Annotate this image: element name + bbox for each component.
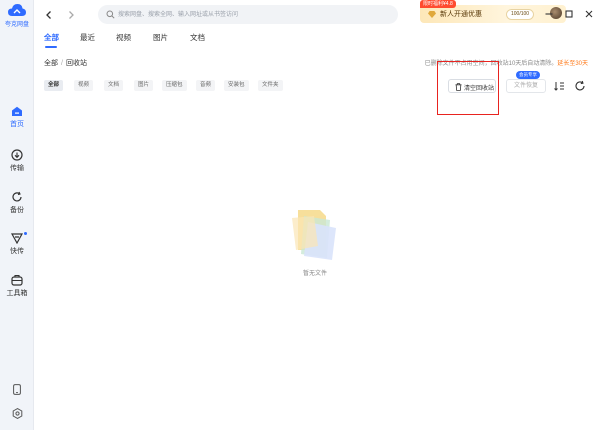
phone-button[interactable]	[0, 384, 34, 395]
empty-state: 暂无文件	[290, 206, 350, 277]
sidebar-item-toolbox[interactable]: 工具箱	[0, 274, 34, 298]
chevron-left-icon	[46, 11, 51, 19]
file-restore-button[interactable]: 文件恢复	[506, 79, 546, 93]
filter-all[interactable]: 全部	[44, 80, 64, 91]
retention-notice: 已删除文件不占用空间，回收站10天后自动清除。延长至30天	[425, 58, 588, 67]
sidebar-item-label: 传输	[10, 165, 24, 172]
search-bar[interactable]	[98, 5, 398, 24]
forward-button[interactable]	[64, 8, 78, 22]
transfer-icon	[11, 149, 23, 161]
promo-tag: 限时福利¥4.8	[420, 0, 456, 8]
tab-recent[interactable]: 最近	[80, 32, 95, 43]
sidebar: 夸克网盘 首页 传输 备份 快传 工具箱	[0, 0, 34, 430]
filter-document[interactable]: 文档	[104, 80, 124, 91]
tab-image[interactable]: 图片	[153, 32, 168, 43]
quick-send-icon	[11, 233, 23, 244]
sort-button[interactable]	[553, 80, 565, 92]
app-logo: 夸克网盘	[3, 2, 31, 28]
notice-text: 已删除文件不占用空间，回收站10天后自动清除。	[424, 61, 558, 67]
diamond-icon	[428, 11, 436, 18]
tab-label: 文档	[190, 33, 205, 42]
vip-badge: 会员专享	[516, 71, 540, 79]
top-bar: 限时福利¥4.8 新人开通优惠 100/100	[34, 0, 600, 30]
search-input[interactable]	[118, 7, 388, 22]
tab-label: 图片	[153, 33, 168, 42]
breadcrumb-separator: /	[61, 60, 63, 67]
breadcrumb-current: 回收站	[65, 60, 87, 67]
active-tab-indicator	[45, 46, 57, 48]
empty-trash-label: 清空回收站	[464, 86, 495, 92]
settings-button[interactable]	[0, 408, 34, 419]
refresh-icon	[575, 80, 585, 91]
home-icon	[12, 106, 22, 116]
minimize-icon	[545, 13, 553, 15]
sidebar-item-label: 首页	[10, 121, 24, 128]
filter-audio[interactable]: 音频	[196, 80, 216, 91]
sidebar-item-label: 快传	[10, 248, 24, 255]
filter-installer[interactable]: 安装包	[224, 80, 249, 91]
settings-icon	[12, 408, 22, 419]
tab-label: 最近	[80, 33, 95, 42]
search-icon	[106, 10, 115, 19]
filter-archive[interactable]: 压缩包	[162, 80, 187, 91]
sidebar-item-label: 工具箱	[6, 290, 28, 297]
maximize-icon	[565, 10, 573, 18]
scrollbar[interactable]	[596, 98, 600, 418]
cloud-logo-icon	[8, 4, 26, 16]
breadcrumb: 全部 / 回收站	[44, 58, 87, 68]
backup-icon	[12, 191, 22, 202]
tab-video[interactable]: 视频	[116, 32, 131, 43]
refresh-button[interactable]	[574, 80, 586, 92]
sidebar-item-home[interactable]: 首页	[0, 106, 34, 129]
notification-dot	[24, 232, 27, 235]
promo-count: 100/100	[506, 9, 535, 20]
filter-video[interactable]: 视频	[74, 80, 94, 91]
trash-icon	[455, 83, 462, 91]
sort-icon	[554, 82, 564, 91]
empty-state-text: 暂无文件	[302, 271, 327, 277]
sidebar-item-transfer[interactable]: 传输	[0, 149, 34, 173]
minimize-button[interactable]	[542, 7, 556, 21]
tab-all[interactable]: 全部	[44, 32, 59, 48]
maximize-button[interactable]	[562, 7, 576, 21]
tab-label: 视频	[116, 33, 131, 42]
filter-folder[interactable]: 文件夹	[258, 80, 283, 91]
back-button[interactable]	[42, 8, 56, 22]
close-button[interactable]	[582, 7, 596, 21]
tab-document[interactable]: 文档	[190, 32, 205, 43]
close-icon	[585, 10, 593, 18]
toolbox-icon	[11, 274, 23, 286]
extend-link[interactable]: 延长至30天	[557, 61, 588, 67]
empty-folder-illustration	[292, 210, 336, 260]
chevron-right-icon	[69, 11, 74, 19]
empty-trash-button[interactable]: 清空回收站	[448, 79, 496, 93]
tab-label: 全部	[44, 33, 59, 42]
filter-image[interactable]: 图片	[134, 80, 154, 91]
phone-icon	[13, 384, 21, 395]
sidebar-item-backup[interactable]: 备份	[0, 191, 34, 215]
app-name: 夸克网盘	[4, 22, 29, 28]
sidebar-item-quick-send[interactable]: 快传	[0, 232, 34, 256]
sidebar-item-label: 备份	[10, 207, 24, 214]
breadcrumb-root[interactable]: 全部	[44, 60, 58, 67]
promo-text: 新人开通优惠	[440, 11, 482, 18]
